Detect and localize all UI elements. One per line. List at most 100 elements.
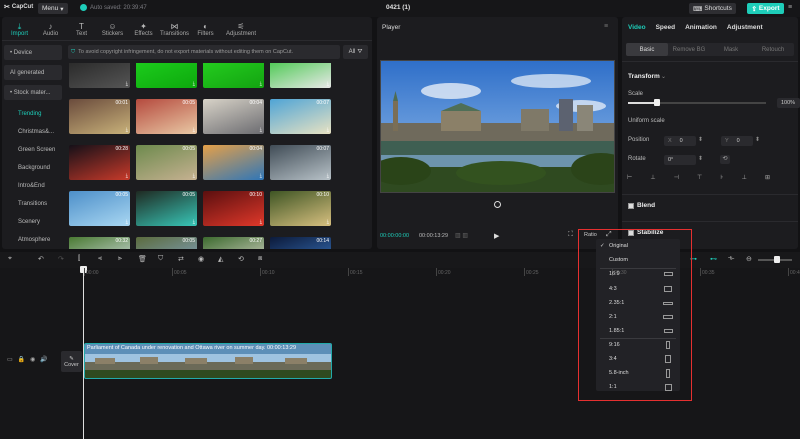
media-thumbnail[interactable]: 00:04 ⤓: [203, 99, 264, 134]
category-atmosphere[interactable]: Atmosphere: [4, 231, 62, 249]
split-right-icon[interactable]: ⫸: [118, 255, 122, 263]
reverse-icon[interactable]: ⇄: [178, 255, 184, 263]
align-center-h-icon[interactable]: ⊥: [650, 174, 655, 183]
media-thumbnail[interactable]: 00:05⤓: [136, 237, 197, 249]
download-icon[interactable]: ⤓: [327, 219, 329, 225]
download-icon[interactable]: ⤓: [126, 173, 128, 179]
rotate-icon[interactable]: ⟲: [238, 255, 244, 263]
project-title[interactable]: 0421 (1): [386, 4, 410, 11]
preview-axis-icon[interactable]: ⟛: [728, 255, 734, 263]
media-thumbnail[interactable]: 00:05⤓: [136, 145, 197, 180]
menu-button[interactable]: Menu ▾: [38, 3, 68, 14]
tab-adjustment[interactable]: ⚟ Adjustment: [221, 19, 261, 39]
align-left-icon[interactable]: ⊢: [627, 174, 632, 183]
export-button[interactable]: ⇪ Export: [747, 3, 784, 14]
tab-audio[interactable]: ♪ Audio: [35, 19, 66, 39]
video-preview[interactable]: [380, 60, 615, 193]
category-christmas[interactable]: Christmas&...: [4, 123, 62, 141]
tab-transitions[interactable]: ⋈ Transitions: [159, 19, 190, 39]
tab-effects[interactable]: ✦ Effects: [128, 19, 159, 39]
zoom-out-icon[interactable]: ⊖: [746, 255, 752, 263]
align-right-icon[interactable]: ⊣: [674, 174, 679, 183]
stepper-icon[interactable]: ⬍: [755, 136, 760, 143]
sidebar-item-device[interactable]: • Device: [4, 45, 62, 60]
split-icon[interactable]: ⫿: [78, 255, 80, 263]
zoom-slider-handle[interactable]: [774, 256, 780, 263]
align-center-v-icon[interactable]: ⊦: [720, 174, 723, 183]
media-thumbnail[interactable]: 00:10 ⤓: [203, 191, 264, 226]
cover-button[interactable]: ✎ Cover: [61, 351, 82, 372]
download-icon[interactable]: ⤓: [126, 81, 128, 87]
media-thumbnail[interactable]: 00:10 ⤓: [270, 191, 331, 226]
tab-adjustment[interactable]: Adjustment: [727, 24, 763, 31]
download-icon[interactable]: ⤓: [327, 81, 329, 87]
media-thumbnail[interactable]: ⤓: [270, 63, 331, 88]
sidebar-item-stock-material[interactable]: • Stock mater...: [4, 85, 62, 100]
scale-value[interactable]: 100%: [777, 98, 800, 108]
download-icon[interactable]: ⤓: [260, 173, 262, 179]
media-thumbnail[interactable]: 00:01 ⤓: [69, 99, 130, 134]
subtab-basic[interactable]: Basic: [626, 43, 668, 56]
scale-slider-handle[interactable]: [654, 99, 660, 106]
freeze-icon[interactable]: ⛉: [158, 255, 163, 263]
rotate-flip-icon[interactable]: ⟲: [720, 155, 730, 164]
media-thumbnail[interactable]: 00:32⤓: [69, 237, 130, 249]
download-icon[interactable]: ⤓: [327, 127, 329, 133]
download-icon[interactable]: ⤓: [260, 81, 262, 87]
tab-video[interactable]: Video: [628, 24, 646, 31]
media-thumbnail[interactable]: 00:07 ⤓: [270, 145, 331, 180]
select-tool-icon[interactable]: ⌖: [8, 255, 12, 263]
media-thumbnail[interactable]: 00:04 ⤓: [203, 145, 264, 180]
download-icon[interactable]: ⤓: [260, 127, 262, 133]
media-thumbnail[interactable]: 00:05⤓: [136, 191, 197, 226]
track-select-icon[interactable]: ▭: [7, 356, 13, 363]
redo-icon[interactable]: ↷: [58, 255, 64, 263]
blend-row[interactable]: Blend: [628, 202, 655, 209]
tab-text[interactable]: T Text: [66, 19, 97, 39]
download-icon[interactable]: ⤓: [193, 173, 195, 179]
play-button[interactable]: ▶: [494, 232, 499, 240]
subtab-mask[interactable]: Mask: [710, 43, 752, 56]
position-x-field[interactable]: X 0: [664, 136, 696, 146]
rotate-field[interactable]: 0°: [664, 155, 696, 165]
stepper-icon[interactable]: ⬍: [698, 136, 703, 143]
tab-animation[interactable]: Animation: [685, 24, 717, 31]
link-icon[interactable]: ⊷: [710, 255, 717, 263]
tab-import[interactable]: ⤓ Import: [4, 19, 35, 39]
stepper-icon[interactable]: ⬍: [698, 155, 703, 162]
fullscreen-crop-icon[interactable]: ⛶: [568, 231, 573, 239]
playback-position-marker[interactable]: [494, 201, 501, 208]
media-thumbnail[interactable]: ⤓: [136, 63, 197, 88]
play-icon[interactable]: ◉: [198, 255, 204, 263]
download-icon[interactable]: ⤓: [193, 81, 195, 87]
media-thumbnail[interactable]: 00:07 ⤓: [270, 99, 331, 134]
media-thumbnail[interactable]: ⤓: [203, 63, 264, 88]
crop-icon[interactable]: ⧈: [258, 255, 262, 263]
sidebar-item-ai-generated[interactable]: AI generated: [4, 65, 62, 80]
blend-checkbox[interactable]: [628, 202, 634, 209]
mirror-icon[interactable]: ◭: [218, 255, 223, 263]
media-thumbnail[interactable]: 00:14⤓: [270, 237, 331, 249]
category-intro-end[interactable]: Intro&End: [4, 177, 62, 195]
subtab-remove-bg[interactable]: Remove BG: [668, 43, 710, 56]
filter-all-button[interactable]: All ⛛: [343, 45, 368, 59]
media-thumbnail[interactable]: 00:05⤓: [69, 191, 130, 226]
download-icon[interactable]: ⤓: [126, 127, 128, 133]
split-left-icon[interactable]: ⫷: [98, 255, 102, 263]
position-y-field[interactable]: Y 0: [721, 136, 753, 146]
media-thumbnail[interactable]: 00:27⤓: [203, 237, 264, 249]
undo-icon[interactable]: ↶: [38, 255, 44, 263]
category-trending[interactable]: Trending: [4, 105, 62, 123]
media-thumbnail[interactable]: ⤓: [69, 63, 130, 88]
eye-icon[interactable]: ◉: [30, 356, 35, 363]
timecode-grid-icon[interactable]: ▥ ▥: [455, 232, 468, 239]
audio-icon[interactable]: 🔊: [40, 356, 47, 363]
download-icon[interactable]: ⤓: [126, 219, 128, 225]
tab-stickers[interactable]: ☺ Stickers: [97, 19, 128, 39]
category-scenery[interactable]: Scenery: [4, 213, 62, 231]
category-background[interactable]: Background: [4, 159, 62, 177]
lock-icon[interactable]: 🔒: [18, 356, 25, 363]
timeline-playhead[interactable]: [83, 268, 84, 439]
tab-filters[interactable]: ◐ Filters: [190, 19, 221, 39]
download-icon[interactable]: ⤓: [327, 173, 329, 179]
